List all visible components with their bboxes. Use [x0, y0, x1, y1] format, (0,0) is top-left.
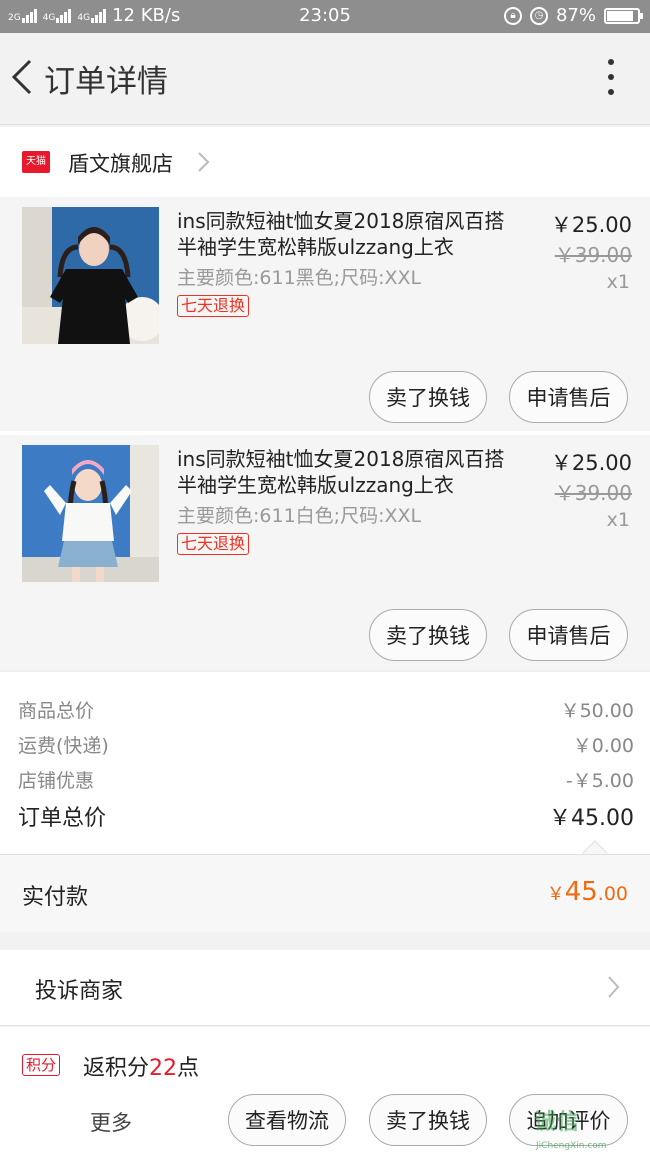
after-sale-button[interactable]: 申请售后 — [509, 609, 628, 661]
product-thumbnail[interactable] — [22, 445, 159, 582]
price-summary: 商品总价 ￥50.00 运费(快递) ￥0.00 店铺优惠 -￥5.00 订单总… — [0, 671, 650, 866]
complain-merchant-label[interactable]: 投诉商家 — [35, 973, 123, 1005]
amount-integer: 45 — [564, 877, 598, 907]
currency-symbol: ￥ — [546, 884, 565, 905]
sell-button[interactable]: 卖了换钱 — [369, 371, 487, 423]
page-title: 订单详情 — [44, 64, 168, 100]
shop-row[interactable]: 天猫 盾文旗舰店 — [0, 127, 650, 197]
complain-merchant-row[interactable]: 投诉商家 — [0, 950, 650, 1026]
product-price: ￥25.00 — [550, 451, 632, 475]
shop-name[interactable]: 盾文旗舰店 — [68, 148, 173, 178]
original-price: ￥39.00 — [554, 481, 632, 505]
order-total-label: 订单总价 — [18, 806, 107, 831]
shipping-label: 运费(快递) — [18, 735, 109, 757]
view-logistics-button[interactable]: 查看物流 — [228, 1094, 346, 1146]
amount-paid-row: 实付款 ￥45.00 — [0, 854, 650, 932]
discount-label: 店铺优惠 — [18, 770, 95, 792]
points-row: 积分 返积分22点 — [0, 1027, 650, 1087]
back-arrow-icon[interactable] — [10, 55, 34, 99]
rotation-lock-icon: 🔒︎ — [503, 6, 522, 25]
product-thumbnail[interactable] — [22, 207, 159, 344]
quantity: x1 — [606, 509, 630, 531]
shipping-row: 运费(快递) ￥0.00 — [18, 731, 634, 758]
product-title[interactable]: ins同款短袖t恤女夏2018原宿风百搭半袖学生宽松韩版ulzzang上衣 — [177, 446, 517, 498]
goods-total-row: 商品总价 ￥50.00 — [18, 696, 634, 723]
order-item[interactable]: ins同款短袖t恤女夏2018原宿风百搭半袖学生宽松韩版ulzzang上衣 主要… — [0, 435, 650, 669]
sell-button[interactable]: 卖了换钱 — [369, 609, 487, 661]
points-number: 22 — [149, 1056, 178, 1081]
return-policy-badge: 七天退换 — [177, 533, 250, 555]
amount-decimal: .00 — [597, 883, 628, 905]
status-right: 🔒︎ ◷ 87% — [503, 5, 643, 26]
goods-total-value: ￥50.00 — [560, 700, 634, 722]
product-sku: 主要颜色:611白色;尺码:XXL — [177, 505, 422, 527]
more-options-icon[interactable] — [606, 59, 616, 95]
goods-total-label: 商品总价 — [18, 700, 95, 722]
chevron-right-icon — [198, 152, 210, 172]
more-button[interactable]: 更多 — [90, 1107, 132, 1137]
points-badge: 积分 — [22, 1054, 61, 1076]
order-item[interactable]: ins同款短袖t恤女夏2018原宿风百搭半袖学生宽松韩版ulzzang上衣 主要… — [0, 197, 650, 431]
watermark-logo: 诚信 — [534, 1110, 581, 1135]
points-text: 返积分22点 — [83, 1050, 199, 1082]
amount-paid-value: ￥45.00 — [547, 877, 628, 907]
points-suffix: 点 — [177, 1056, 200, 1081]
product-title[interactable]: ins同款短袖t恤女夏2018原宿风百搭半袖学生宽松韩版ulzzang上衣 — [177, 208, 517, 260]
product-sku: 主要颜色:611黑色;尺码:XXL — [177, 267, 422, 289]
chevron-right-icon — [608, 976, 620, 998]
battery-fill — [607, 10, 634, 21]
battery-icon — [604, 7, 643, 24]
watermark-url: JiChengXin.com — [536, 1141, 607, 1151]
after-sale-button[interactable]: 申请售后 — [509, 371, 628, 423]
shipping-value: ￥0.00 — [572, 735, 634, 757]
order-total-value: ￥45.00 — [549, 806, 634, 831]
app-header: 订单详情 — [0, 33, 650, 125]
amount-paid-label: 实付款 — [22, 885, 89, 910]
return-policy-badge: 七天退换 — [177, 295, 250, 317]
order-total-row: 订单总价 ￥45.00 — [18, 800, 634, 832]
product-price: ￥25.00 — [550, 213, 632, 237]
tmall-logo-icon: 天猫 — [22, 151, 50, 173]
points-prefix: 返积分 — [83, 1056, 150, 1081]
quantity: x1 — [606, 271, 630, 293]
status-bar: 2G 4G 4G 12 KB/s 23:05 🔒︎ ◷ 87% — [0, 0, 650, 33]
original-price: ￥39.00 — [554, 243, 632, 267]
sell-button[interactable]: 卖了换钱 — [369, 1094, 487, 1146]
alarm-icon: ◷ — [529, 6, 548, 25]
battery-percent: 87% — [555, 5, 596, 26]
discount-row: 店铺优惠 -￥5.00 — [18, 766, 634, 793]
discount-value: -￥5.00 — [565, 770, 634, 792]
